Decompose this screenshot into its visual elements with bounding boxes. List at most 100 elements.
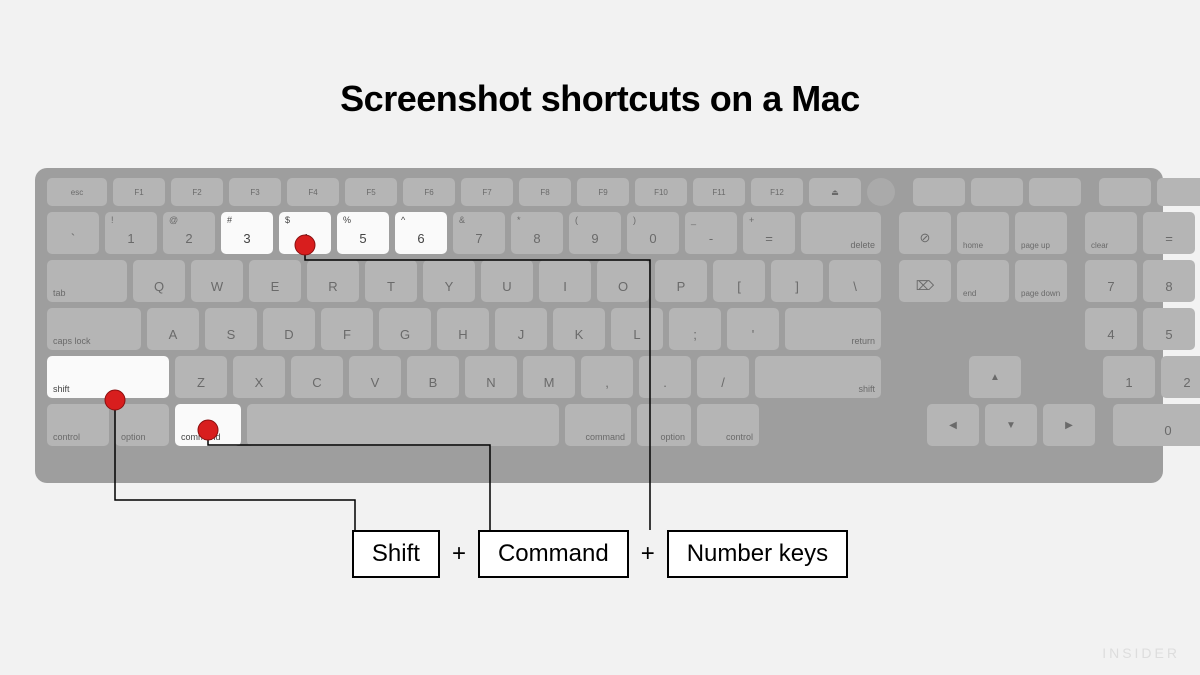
key-command-left: command (175, 404, 241, 446)
key-arrow-down: ▼ (985, 404, 1037, 446)
key-fn-del: ⊘ (899, 212, 951, 254)
key-f4: F4 (287, 178, 339, 206)
key-np-8: 8 (1143, 260, 1195, 302)
key-8: *8 (511, 212, 563, 254)
touch-id (867, 178, 895, 206)
key-semicolon: ; (669, 308, 721, 350)
key-j: J (495, 308, 547, 350)
key-capslock: caps lock (47, 308, 141, 350)
key-np-eq: = (1143, 212, 1195, 254)
key-end: end (957, 260, 1009, 302)
key-backslash: \ (829, 260, 881, 302)
key-b: B (407, 356, 459, 398)
key-clear: clear (1085, 212, 1137, 254)
key-pageup: page up (1015, 212, 1067, 254)
key-r: R (307, 260, 359, 302)
key-fn-ext4 (1099, 178, 1151, 206)
key-v: V (349, 356, 401, 398)
key-arrow-up: ▲ (969, 356, 1021, 398)
key-tab: tab (47, 260, 127, 302)
key-f9: F9 (577, 178, 629, 206)
key-rbracket: ] (771, 260, 823, 302)
key-1: !1 (105, 212, 157, 254)
key-home: home (957, 212, 1009, 254)
legend-row: Shift + Command + Number keys (0, 530, 1200, 578)
key-u: U (481, 260, 533, 302)
key-grave: ` (47, 212, 99, 254)
key-z: Z (175, 356, 227, 398)
legend-shift: Shift (352, 530, 440, 578)
key-np-7: 7 (1085, 260, 1137, 302)
key-7: &7 (453, 212, 505, 254)
key-p: P (655, 260, 707, 302)
key-4: $4 (279, 212, 331, 254)
key-command-right: command (565, 404, 631, 446)
key-fn-ext2 (971, 178, 1023, 206)
key-x: X (233, 356, 285, 398)
key-arrow-left: ◀ (927, 404, 979, 446)
legend-command: Command (478, 530, 629, 578)
key-2: @2 (163, 212, 215, 254)
key-np-2: 2 (1161, 356, 1200, 398)
key-i: I (539, 260, 591, 302)
key-fwd-del: ⌦ (899, 260, 951, 302)
key-a: A (147, 308, 199, 350)
key-eject: ⏏ (809, 178, 861, 206)
key-arrow-right: ▶ (1043, 404, 1095, 446)
key-f7: F7 (461, 178, 513, 206)
key-e: E (249, 260, 301, 302)
key-f5: F5 (345, 178, 397, 206)
key-option-right: option (637, 404, 691, 446)
key-f8: F8 (519, 178, 571, 206)
keyboard-illustration: esc F1 F2 F3 F4 F5 F6 F7 F8 F9 F10 F11 F… (35, 168, 1163, 483)
key-lbracket: [ (713, 260, 765, 302)
key-y: Y (423, 260, 475, 302)
key-option-left: option (115, 404, 169, 446)
key-3: #3 (221, 212, 273, 254)
plus-icon: + (452, 540, 466, 568)
key-0: )0 (627, 212, 679, 254)
key-return: return (785, 308, 881, 350)
key-np-5: 5 (1143, 308, 1195, 350)
key-m: M (523, 356, 575, 398)
watermark: INSIDER (1102, 645, 1180, 661)
key-np-4: 4 (1085, 308, 1137, 350)
key-control-right: control (697, 404, 759, 446)
plus-icon: + (641, 540, 655, 568)
key-f2: F2 (171, 178, 223, 206)
key-n: N (465, 356, 517, 398)
key-f11: F11 (693, 178, 745, 206)
key-np-0: 0 (1113, 404, 1200, 446)
key-d: D (263, 308, 315, 350)
key-k: K (553, 308, 605, 350)
key-esc: esc (47, 178, 107, 206)
key-o: O (597, 260, 649, 302)
key-f10: F10 (635, 178, 687, 206)
key-f6: F6 (403, 178, 455, 206)
key-fn-ext5 (1157, 178, 1200, 206)
legend-numbers: Number keys (667, 530, 848, 578)
key-shift-left: shift (47, 356, 169, 398)
key-f: F (321, 308, 373, 350)
key-f3: F3 (229, 178, 281, 206)
key-9: (9 (569, 212, 621, 254)
key-5: %5 (337, 212, 389, 254)
key-quote: ' (727, 308, 779, 350)
key-equals: += (743, 212, 795, 254)
key-fn-ext1 (913, 178, 965, 206)
key-f1: F1 (113, 178, 165, 206)
key-delete: delete (801, 212, 881, 254)
key-w: W (191, 260, 243, 302)
key-shift-right: shift (755, 356, 881, 398)
key-control-left: control (47, 404, 109, 446)
key-6: ^6 (395, 212, 447, 254)
key-comma: , (581, 356, 633, 398)
key-pagedown: page down (1015, 260, 1067, 302)
key-l: L (611, 308, 663, 350)
key-period: . (639, 356, 691, 398)
key-q: Q (133, 260, 185, 302)
key-fn-ext3 (1029, 178, 1081, 206)
key-h: H (437, 308, 489, 350)
key-t: T (365, 260, 417, 302)
key-c: C (291, 356, 343, 398)
